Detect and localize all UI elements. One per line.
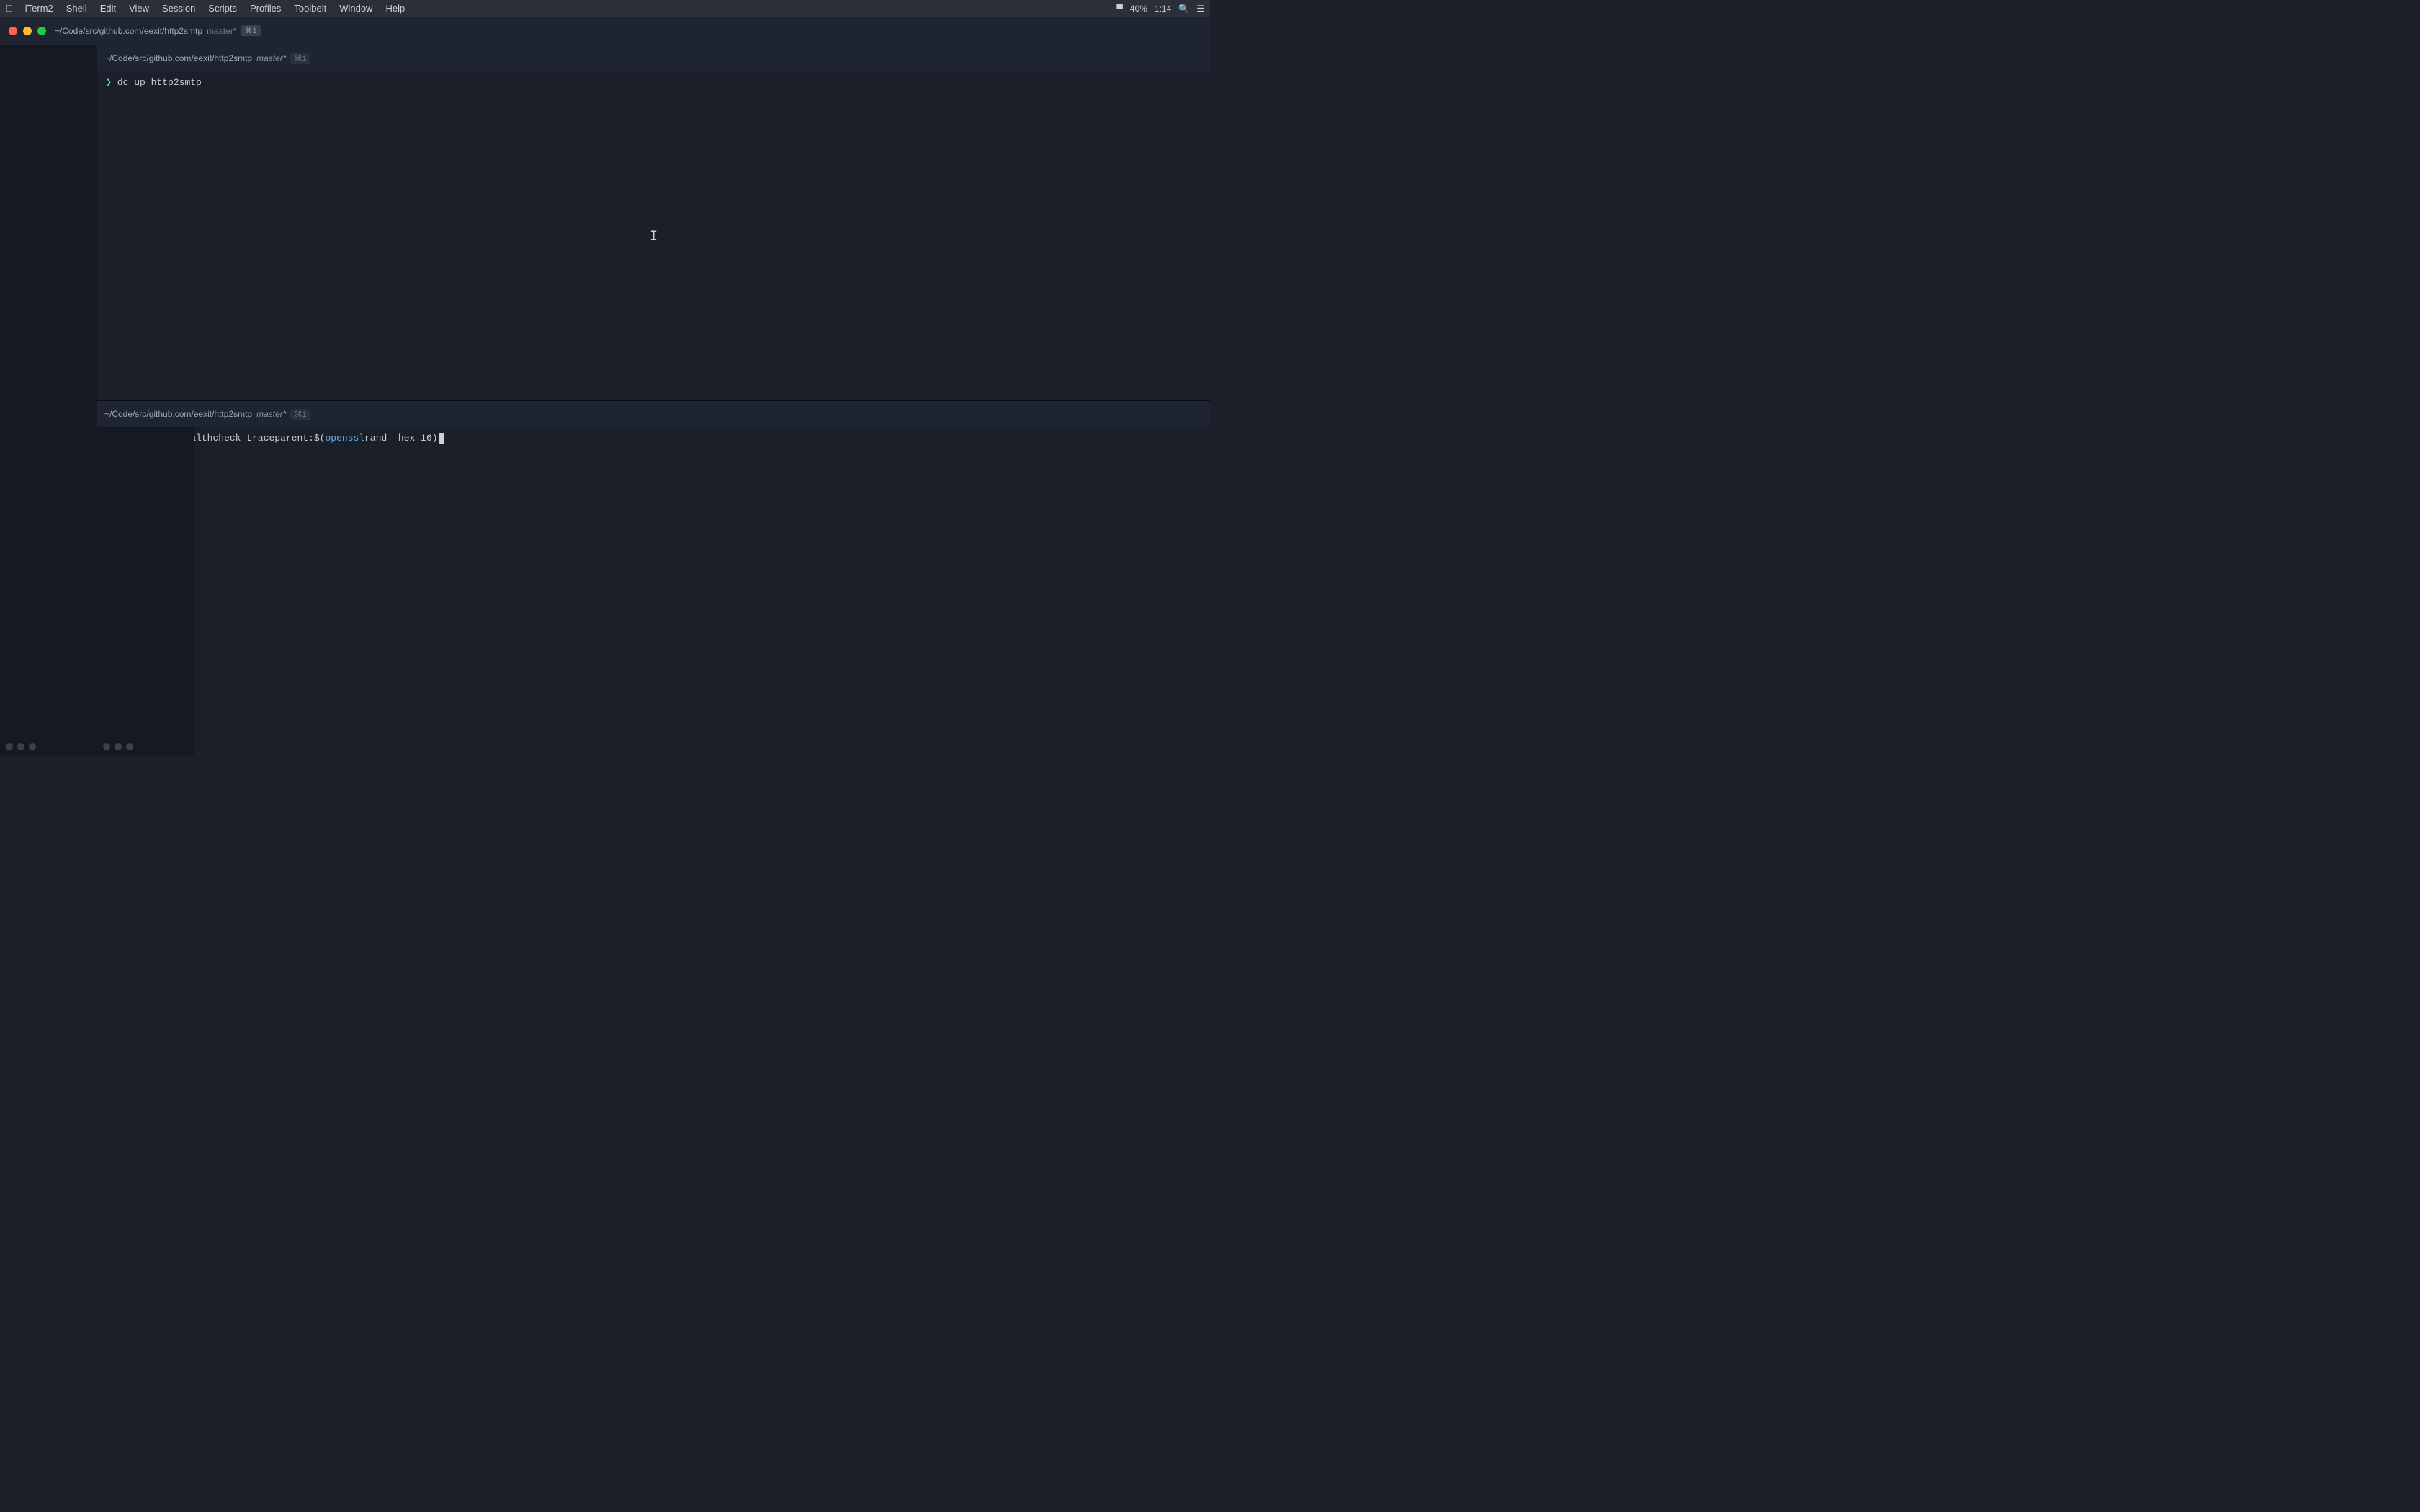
clock: 1:14 [1155, 4, 1171, 14]
menu-session[interactable]: Session [157, 2, 200, 14]
menubar:  iTerm2 Shell Edit View Session Scripts… [0, 0, 1210, 17]
pane2-path: ~/Code/src/github.com/eexit/http2smtp [104, 409, 252, 419]
pane1-branch: master* [256, 53, 286, 63]
sidebar2-dot-1 [103, 743, 110, 750]
menubar-icons: ▀ 40% 1:14 🔍 ☰ [1116, 4, 1204, 14]
terminal-cursor [439, 433, 444, 444]
menu-shell[interactable]: Shell [61, 2, 92, 14]
menu-help[interactable]: Help [380, 2, 410, 14]
sidebar-dot-3 [29, 743, 36, 750]
tab-badge: ⌘1 [241, 25, 260, 36]
menu-window[interactable]: Window [334, 2, 377, 14]
minimize-button[interactable] [23, 27, 32, 35]
window-buttons [9, 27, 46, 35]
tab-path: ~/Code/src/github.com/eexit/http2smtp [55, 26, 202, 36]
wifi-icon: ▀ [1116, 4, 1123, 14]
tab-info: ~/Code/src/github.com/eexit/http2smtp ma… [55, 25, 261, 36]
search-icon[interactable]: 🔍 [1178, 4, 1189, 14]
control-strip-icon[interactable]: ☰ [1196, 4, 1204, 14]
pane1-path: ~/Code/src/github.com/eexit/http2smtp [104, 53, 252, 63]
maximize-button[interactable] [37, 27, 46, 35]
battery-icon: 40% [1130, 4, 1147, 14]
menu-iterm2[interactable]: iTerm2 [20, 2, 58, 14]
pane1-command: dc up http2smtp [117, 77, 202, 88]
pane1-badge: ⌘1 [290, 53, 310, 64]
terminal-panes: ~/Code/src/github.com/eexit/http2smtp ma… [97, 45, 1210, 756]
sidebar-dot-2 [17, 743, 24, 750]
sidebar2-dot-2 [115, 743, 122, 750]
sidebar [0, 45, 97, 756]
sidebar-top [0, 45, 97, 737]
close-button[interactable] [9, 27, 17, 35]
menu-view[interactable]: View [124, 2, 154, 14]
pane2-command-highlight: openssl [325, 433, 364, 444]
main-layout: ~/Code/src/github.com/eexit/http2smtp ma… [0, 45, 1210, 756]
pane1-prompt-line: ❯ dc up http2smtp [97, 76, 1210, 89]
menu-edit[interactable]: Edit [95, 2, 121, 14]
terminal-pane-1[interactable]: ~/Code/src/github.com/eexit/http2smtp ma… [97, 45, 1210, 401]
pane2-terminal-area: ❯ http :8080/healthcheck traceparent:$(o… [97, 427, 1210, 449]
menu-scripts[interactable]: Scripts [203, 2, 242, 14]
sidebar-bottom [0, 737, 97, 756]
sidebar-dot-1 [6, 743, 13, 750]
pane1-content[interactable]: ❯ dc up http2smtp I [97, 71, 1210, 400]
pane2-branch: master* [256, 409, 286, 419]
pane1-prompt-arrow: ❯ [106, 77, 112, 88]
menubar-right: ▀ 40% 1:14 🔍 ☰ [1116, 4, 1204, 14]
menu-toolbelt[interactable]: Toolbelt [289, 2, 331, 14]
pane2-titlebar: ~/Code/src/github.com/eexit/http2smtp ma… [97, 401, 1210, 427]
text-cursor-indicator: I [650, 228, 658, 243]
pane2-command-suffix: rand -hex 16) [364, 433, 437, 444]
sidebar-section-2 [97, 427, 194, 756]
titlebar: ~/Code/src/github.com/eexit/http2smtp ma… [0, 17, 1210, 45]
sidebar-bottom-2 [103, 743, 133, 750]
sidebar2-dot-3 [126, 743, 133, 750]
apple-logo-icon:  [6, 3, 13, 14]
pane2-prompt-line: ❯ http :8080/healthcheck traceparent:$(o… [97, 431, 1210, 445]
pane1-titlebar: ~/Code/src/github.com/eexit/http2smtp ma… [97, 45, 1210, 71]
tab-branch: master* [207, 26, 236, 36]
pane2-content[interactable]: ❯ http :8080/healthcheck traceparent:$(o… [97, 427, 1210, 756]
menu-profiles[interactable]: Profiles [245, 2, 286, 14]
terminal-pane-2[interactable]: ~/Code/src/github.com/eexit/http2smtp ma… [97, 401, 1210, 756]
pane2-badge: ⌘1 [290, 409, 310, 420]
